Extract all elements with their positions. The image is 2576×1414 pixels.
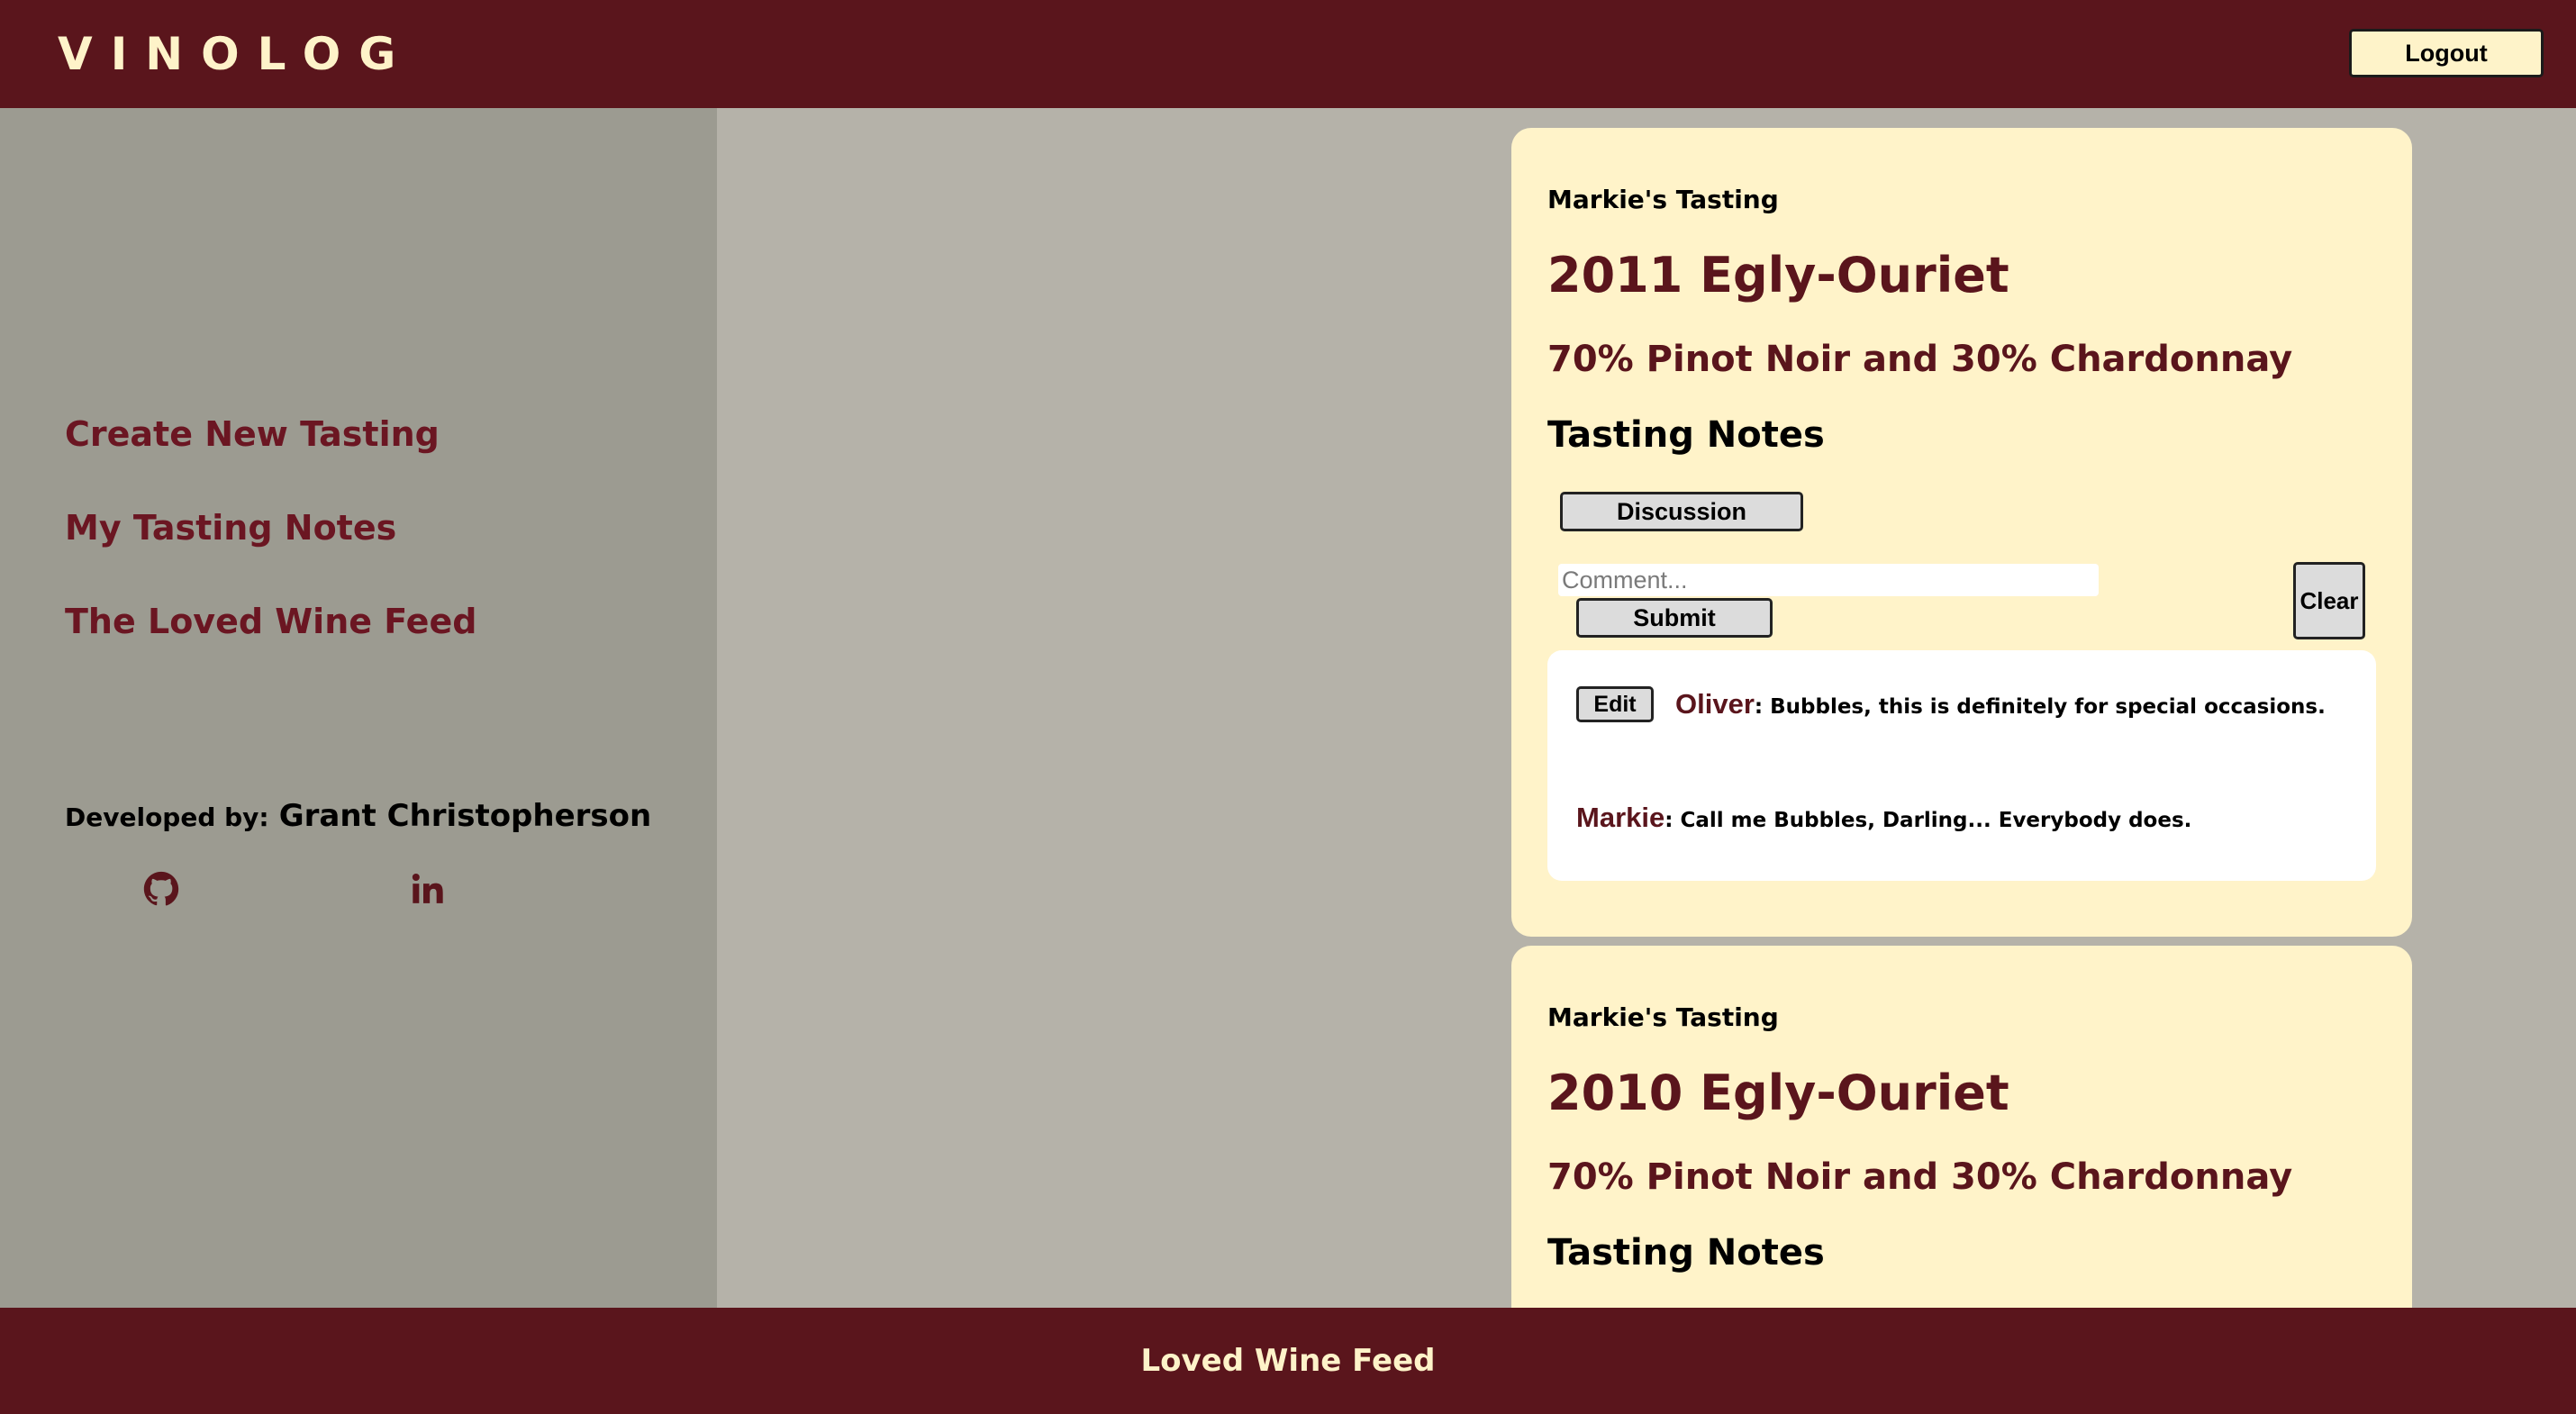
comment-separator: : — [1664, 809, 1681, 832]
nav-loved-wine-feed[interactable]: The Loved Wine Feed — [65, 600, 476, 643]
developer-credit: Developed by: Grant Christopherson — [65, 794, 651, 843]
nav-my-tasting-notes[interactable]: My Tasting Notes — [65, 506, 396, 549]
tasting-owner: Markie's Tasting — [1547, 1002, 1779, 1032]
wine-title: 2010 Egly-Ouriet — [1547, 1065, 2009, 1121]
comment-author: Oliver — [1675, 688, 1755, 720]
wine-varietal: 70% Pinot Noir and 30% Chardonnay — [1547, 339, 2293, 380]
app-footer: Loved Wine Feed — [0, 1308, 2576, 1414]
tasting-owner: Markie's Tasting — [1547, 185, 1779, 214]
clear-comment-button[interactable]: Clear — [2293, 562, 2365, 639]
wine-title: 2011 Egly-Ouriet — [1547, 247, 2009, 304]
wine-varietal: 70% Pinot Noir and 30% Chardonnay — [1547, 1156, 2293, 1198]
developer-name: Grant Christopherson — [278, 798, 652, 834]
nav-create-new-tasting[interactable]: Create New Tasting — [65, 412, 440, 456]
linkedin-icon-graphic — [412, 874, 443, 903]
app-header: VINOLOG Logout — [0, 0, 2576, 108]
linkedin-icon[interactable] — [405, 866, 450, 911]
comment-text: Call me Bubbles, Darling... Everybody do… — [1680, 809, 2192, 832]
comment-item: Oliver: Bubbles, this is definitely for … — [1675, 686, 2326, 727]
edit-comment-button[interactable]: Edit — [1576, 686, 1654, 722]
comment-separator: : — [1754, 695, 1771, 719]
discussion-button[interactable]: Discussion — [1560, 492, 1803, 531]
comment-input[interactable] — [1558, 564, 2099, 596]
footer-title: Loved Wine Feed — [1140, 1343, 1436, 1379]
github-icon-graphic — [143, 871, 179, 906]
discussion-thread: Edit Oliver: Bubbles, this is definitely… — [1547, 650, 2376, 881]
tasting-card: Markie's Tasting 2011 Egly-Ouriet 70% Pi… — [1511, 128, 2412, 937]
comment-author: Markie — [1576, 802, 1665, 833]
comment-text: Bubbles, this is definitely for special … — [1770, 695, 2326, 719]
submit-comment-button[interactable]: Submit — [1576, 598, 1773, 638]
comment-item: Markie: Call me Bubbles, Darling... Ever… — [1576, 800, 2191, 840]
tasting-notes-heading: Tasting Notes — [1547, 414, 1825, 456]
logout-button[interactable]: Logout — [2349, 29, 2544, 77]
github-icon[interactable] — [139, 866, 184, 911]
tasting-notes-heading: Tasting Notes — [1547, 1232, 1825, 1274]
sidebar: Create New Tasting My Tasting Notes The … — [0, 108, 717, 1308]
app-logo[interactable]: VINOLOG — [58, 25, 413, 83]
developer-prefix: Developed by: — [65, 802, 269, 832]
